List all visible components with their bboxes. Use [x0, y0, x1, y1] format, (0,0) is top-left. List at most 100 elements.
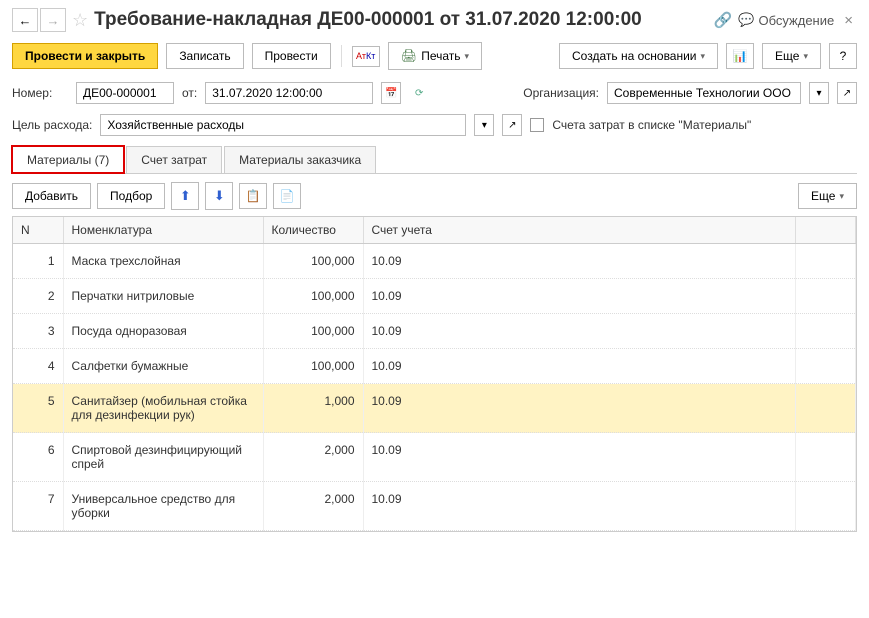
arrow-down-icon: ⬇: [214, 188, 225, 204]
more-button[interactable]: Еще ▾: [762, 43, 821, 69]
cell-nomenclature: Санитайзер (мобильная стойка для дезинфе…: [63, 384, 263, 433]
table-more-label: Еще: [811, 189, 835, 203]
post-button[interactable]: Провести: [252, 43, 331, 69]
tabs: Материалы (7) Счет затрат Материалы зака…: [12, 146, 857, 174]
table-row[interactable]: 1Маска трехслойная100,00010.09: [13, 244, 856, 279]
paste-button[interactable]: 📄: [273, 183, 301, 209]
dt-kt-button[interactable]: АтКт: [352, 46, 380, 67]
accounts-in-list-checkbox[interactable]: [530, 118, 544, 132]
calendar-icon[interactable]: 📅: [381, 82, 401, 104]
col-nomenclature[interactable]: Номенклатура: [63, 217, 263, 244]
cell-nomenclature: Маска трехслойная: [63, 244, 263, 279]
select-button[interactable]: Подбор: [97, 183, 165, 209]
cell-nomenclature: Универсальное средство для уборки: [63, 482, 263, 531]
table-row[interactable]: 3Посуда одноразовая100,00010.09: [13, 314, 856, 349]
cell-spacer: [796, 482, 856, 531]
col-quantity[interactable]: Количество: [263, 217, 363, 244]
copy-button[interactable]: 📋: [239, 183, 267, 209]
cell-account: 10.09: [363, 433, 796, 482]
save-button[interactable]: Записать: [166, 43, 243, 69]
table-row[interactable]: 6Спиртовой дезинфицирующий спрей2,00010.…: [13, 433, 856, 482]
cell-quantity: 100,000: [263, 314, 363, 349]
purpose-open-icon[interactable]: ↗: [502, 114, 522, 136]
cell-quantity: 100,000: [263, 244, 363, 279]
link-icon[interactable]: 🔗: [714, 11, 733, 29]
nav-forward-button[interactable]: →: [40, 8, 66, 32]
cell-spacer: [796, 314, 856, 349]
move-up-button[interactable]: ⬆: [171, 182, 199, 210]
add-row-button[interactable]: Добавить: [12, 183, 91, 209]
nav-back-button[interactable]: ←: [12, 8, 38, 32]
number-label: Номер:: [12, 86, 68, 100]
cell-nomenclature: Посуда одноразовая: [63, 314, 263, 349]
cell-account: 10.09: [363, 279, 796, 314]
cell-spacer: [796, 433, 856, 482]
cell-account: 10.09: [363, 314, 796, 349]
cell-quantity: 1,000: [263, 384, 363, 433]
discussion-label: Обсуждение: [758, 13, 834, 28]
table-row[interactable]: 4Салфетки бумажные100,00010.09: [13, 349, 856, 384]
chevron-down-icon: ▾: [465, 51, 470, 62]
cell-nomenclature: Салфетки бумажные: [63, 349, 263, 384]
cell-n: 6: [13, 433, 63, 482]
tab-customer-materials[interactable]: Материалы заказчика: [224, 146, 376, 173]
cell-quantity: 2,000: [263, 482, 363, 531]
purpose-dropdown-icon[interactable]: ▾: [474, 114, 494, 136]
cell-spacer: [796, 384, 856, 433]
printer-icon: 🖨: [401, 48, 418, 64]
table-row[interactable]: 5Санитайзер (мобильная стойка для дезинф…: [13, 384, 856, 433]
cell-nomenclature: Спиртовой дезинфицирующий спрей: [63, 433, 263, 482]
main-toolbar: Провести и закрыть Записать Провести АтК…: [12, 42, 857, 70]
cell-n: 2: [13, 279, 63, 314]
help-button[interactable]: ?: [829, 43, 857, 69]
purpose-input[interactable]: [100, 114, 466, 136]
arrow-up-icon: ⬆: [180, 188, 191, 204]
org-input[interactable]: [607, 82, 801, 104]
cell-nomenclature: Перчатки нитриловые: [63, 279, 263, 314]
report-button[interactable]: 📊: [726, 43, 754, 69]
create-based-on-button[interactable]: Создать на основании ▾: [559, 43, 718, 69]
cell-quantity: 100,000: [263, 349, 363, 384]
date-input[interactable]: [205, 82, 373, 104]
org-open-icon[interactable]: ↗: [837, 82, 857, 104]
col-n[interactable]: N: [13, 217, 63, 244]
table-more-button[interactable]: Еще ▾: [798, 183, 857, 209]
favorite-star-icon[interactable]: ☆: [72, 10, 88, 31]
org-label: Организация:: [523, 86, 599, 100]
accounts-check-label: Счета затрат в списке "Материалы": [552, 118, 751, 132]
separator: [341, 45, 342, 67]
table-toolbar: Добавить Подбор ⬆ ⬇ 📋 📄 Еще ▾: [12, 182, 857, 210]
from-label: от:: [182, 86, 197, 100]
cell-quantity: 2,000: [263, 433, 363, 482]
org-dropdown-icon[interactable]: ▾: [809, 82, 829, 104]
chevron-down-icon: ▾: [839, 191, 844, 202]
move-down-button[interactable]: ⬇: [205, 182, 233, 210]
chevron-down-icon: ▾: [701, 51, 706, 62]
discussion-button[interactable]: 💬 Обсуждение: [738, 12, 834, 28]
cell-account: 10.09: [363, 482, 796, 531]
post-and-close-button[interactable]: Провести и закрыть: [12, 43, 158, 69]
form-row-number: Номер: от: 📅 ⟳ Организация: ▾ ↗: [12, 82, 857, 104]
close-icon[interactable]: ×: [840, 12, 857, 29]
cell-spacer: [796, 349, 856, 384]
create-based-label: Создать на основании: [572, 49, 697, 63]
cell-quantity: 100,000: [263, 279, 363, 314]
document-title: Требование-накладная ДЕ00-000001 от 31.0…: [94, 9, 707, 31]
tab-materials[interactable]: Материалы (7): [12, 146, 124, 173]
print-button[interactable]: 🖨 Печать ▾: [388, 42, 482, 70]
repost-icon[interactable]: ⟳: [409, 82, 429, 104]
cell-spacer: [796, 279, 856, 314]
table-row[interactable]: 7Универсальное средство для уборки2,0001…: [13, 482, 856, 531]
cell-spacer: [796, 244, 856, 279]
chat-icon: 💬: [738, 12, 754, 28]
more-label: Еще: [775, 49, 799, 63]
cell-n: 3: [13, 314, 63, 349]
tab-accounts[interactable]: Счет затрат: [126, 146, 222, 173]
cell-account: 10.09: [363, 244, 796, 279]
number-input[interactable]: [76, 82, 174, 104]
col-account[interactable]: Счет учета: [363, 217, 796, 244]
table-row[interactable]: 2Перчатки нитриловые100,00010.09: [13, 279, 856, 314]
col-spacer: [796, 217, 856, 244]
cell-n: 1: [13, 244, 63, 279]
print-label: Печать: [421, 49, 460, 63]
